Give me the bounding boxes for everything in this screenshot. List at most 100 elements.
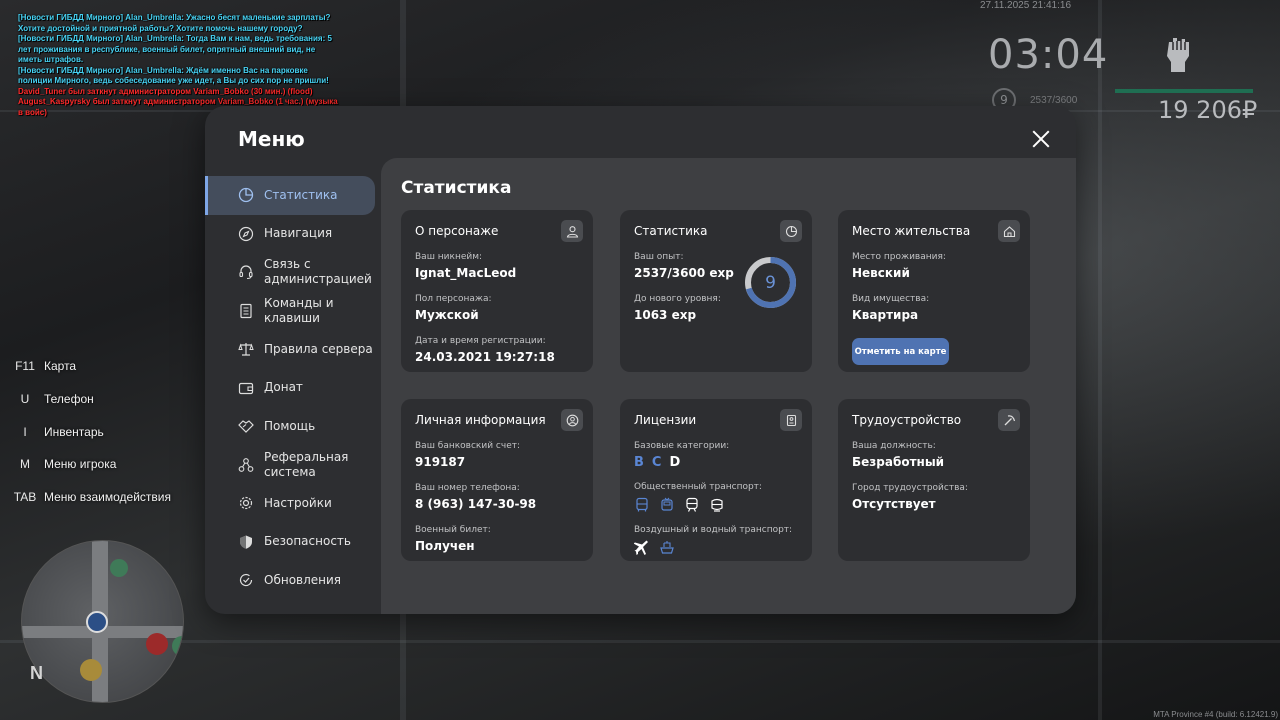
- sidebar-item-rules[interactable]: Правила сервера: [205, 330, 381, 369]
- panel-title: Статистика: [401, 178, 512, 198]
- user-circle-icon: [561, 409, 583, 431]
- sidebar-item-label: Обновления: [264, 572, 342, 587]
- tram-icon: [711, 498, 723, 512]
- key-label: F11: [15, 359, 35, 374]
- position-label: Ваша должность:: [852, 441, 936, 451]
- sidebar-item-settings[interactable]: Настройки: [205, 484, 381, 523]
- position-value: Безработный: [852, 455, 945, 469]
- sidebar-item-donate[interactable]: Донат: [205, 369, 381, 408]
- headset-icon: [238, 264, 254, 280]
- card-title: Трудоустройство: [852, 413, 962, 427]
- mark-on-map-button[interactable]: Отметить на карте: [852, 338, 949, 365]
- sidebar-item-updates[interactable]: Обновления: [205, 561, 381, 600]
- card-title: Лицензии: [634, 413, 697, 427]
- public-transport-icons: [634, 497, 798, 513]
- sidebar-item-label: Навигация: [264, 226, 333, 241]
- sidebar-item-navigation[interactable]: Навигация: [205, 215, 381, 254]
- nickname-label: Ваш никнейм:: [415, 252, 483, 262]
- licenses-card: Лицензии Базовые категории: B C D Общест…: [620, 399, 812, 561]
- background-pole: [1098, 0, 1102, 720]
- hud-exp: 2537/3600: [1030, 95, 1078, 106]
- next-level-value: 1063 exp: [634, 308, 697, 322]
- pickaxe-icon: [998, 409, 1020, 431]
- card-title: Статистика: [634, 224, 708, 238]
- wallet-icon: [238, 380, 254, 396]
- sidebar-item-admin-contact[interactable]: Связь с администрацией: [205, 253, 381, 292]
- key-label: M: [20, 457, 30, 472]
- license-category-b: B: [634, 455, 644, 470]
- close-icon[interactable]: [1029, 127, 1053, 151]
- bank-label: Ваш банковский счет:: [415, 441, 521, 451]
- personal-info-card: Личная информация Ваш банковский счет: 9…: [401, 399, 593, 561]
- shield-icon: [238, 534, 254, 550]
- fist-icon: [1163, 34, 1195, 74]
- boat-icon: [660, 541, 674, 554]
- build-info: MTA Province #4 (build: 6.12421.9): [1153, 710, 1278, 719]
- pie-chart-icon: [238, 187, 254, 203]
- main-menu: Меню Статистика Навигация Связь с админи…: [205, 106, 1076, 614]
- bank-icon: [110, 559, 128, 577]
- hud-money: 19 206₽: [1158, 96, 1258, 124]
- license-categories: B C D: [634, 455, 798, 470]
- pie-chart-icon: [780, 220, 802, 242]
- handshake-icon: [238, 418, 254, 434]
- key-label: I: [23, 424, 27, 439]
- key-hint-player-menu: M Меню игрока: [10, 448, 171, 481]
- experience-card: Статистика Ваш опыт: 2537/3600 exp До но…: [620, 210, 812, 372]
- key-hint-inventory: I Инвентарь: [10, 415, 171, 448]
- military-label: Военный билет:: [415, 525, 491, 535]
- sidebar-item-referral[interactable]: Реферальная система: [205, 446, 381, 485]
- menu-title: Меню: [238, 127, 305, 151]
- sidebar-item-label: Помощь: [264, 418, 316, 433]
- house-icon: [80, 659, 102, 681]
- phone-value: 8 (963) 147-30-98: [415, 497, 537, 511]
- airplane-icon: [634, 540, 648, 555]
- property-value: Квартира: [852, 308, 919, 322]
- air-water-transport-label: Воздушный и водный транспорт:: [634, 525, 793, 535]
- key-action: Инвентарь: [44, 424, 104, 439]
- public-transport-label: Общественный транспорт:: [634, 482, 762, 492]
- menu-sidebar: Статистика Навигация Связь с администрац…: [205, 176, 381, 600]
- key-action: Меню взаимодействия: [44, 490, 171, 505]
- sidebar-item-help[interactable]: Помощь: [205, 407, 381, 446]
- key-hint-map: F11 Карта: [10, 350, 171, 383]
- document-icon: [238, 303, 254, 319]
- minimap[interactable]: [21, 540, 184, 703]
- gender-value: Мужской: [415, 308, 479, 322]
- sidebar-item-label: Реферальная система: [264, 449, 349, 479]
- chat-line: [Новости ГИБДД Мирного] Alan_Umbrella: Ж…: [18, 65, 329, 86]
- background-road-edge: [0, 640, 1280, 643]
- user-icon: [561, 220, 583, 242]
- work-city-value: Отсутствует: [852, 497, 936, 511]
- refresh-check-icon: [238, 572, 254, 588]
- key-hint-phone: U Телефон: [10, 383, 171, 416]
- registration-label: Дата и время регистрации:: [415, 336, 546, 346]
- work-city-label: Город трудоустройства:: [852, 483, 968, 493]
- gear-icon: [238, 495, 254, 511]
- hud-datetime: 27.11.2025 21:41:16: [980, 0, 1072, 11]
- military-value: Получен: [415, 539, 475, 553]
- card-title: Личная информация: [415, 413, 546, 427]
- sidebar-item-commands[interactable]: Команды и клавиши: [205, 292, 381, 331]
- air-water-transport-icons: [634, 540, 798, 556]
- chat-line: [Новости ГИБДД Мирного] Alan_Umbrella: У…: [18, 13, 331, 33]
- sidebar-item-label: Команды и клавиши: [264, 295, 334, 325]
- key-action: Меню игрока: [44, 457, 117, 472]
- place-value: Невский: [852, 266, 910, 280]
- residence-card: Место жительства Место проживания: Невск…: [838, 210, 1030, 372]
- sidebar-item-security[interactable]: Безопасность: [205, 523, 381, 562]
- card-title: О персонаже: [415, 224, 499, 238]
- chat-line: [Новости ГИБДД Мирного] Alan_Umbrella: Т…: [18, 34, 332, 64]
- hud-clock: 03:04: [988, 32, 1109, 78]
- place-label: Место проживания:: [852, 252, 946, 262]
- sidebar-item-statistics[interactable]: Статистика: [205, 176, 375, 215]
- sidebar-item-label: Настройки: [264, 495, 332, 510]
- house-icon: [998, 220, 1020, 242]
- character-card: О персонаже Ваш никнейм: Ignat_MacLeod П…: [401, 210, 593, 372]
- card-title: Место жительства: [852, 224, 971, 238]
- sidebar-item-label: Безопасность: [264, 534, 351, 549]
- license-category-c: C: [651, 455, 662, 470]
- key-label: TAB: [13, 490, 37, 505]
- nickname-value: Ignat_MacLeod: [415, 266, 517, 280]
- id-card-icon: [780, 409, 802, 431]
